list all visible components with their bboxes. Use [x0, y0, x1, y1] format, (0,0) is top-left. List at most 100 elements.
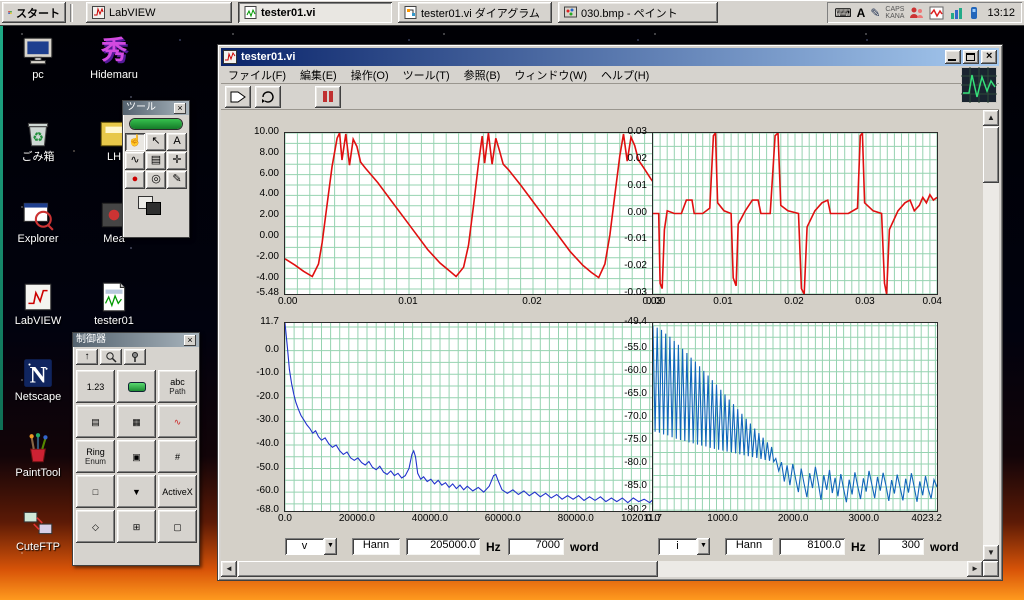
controls-cell-list-table[interactable]: ▤ — [76, 405, 115, 438]
controls-cell-graph[interactable]: ∿ — [158, 405, 197, 438]
breakpoint-tool[interactable]: ● — [125, 171, 145, 189]
menu-operate[interactable]: 操作(O) — [344, 67, 396, 83]
scroll-down-icon[interactable]: ▼ — [983, 545, 999, 561]
controls-cell-decorations[interactable]: ◇ — [76, 510, 115, 543]
scroll-tool[interactable]: ✛ — [167, 152, 187, 170]
pen-icon[interactable]: ✎ — [870, 6, 880, 20]
task-button-tester01-diagram[interactable]: tester01.vi ダイアグラム — [398, 2, 552, 23]
pin-icon[interactable] — [124, 349, 146, 365]
taskbar-clock[interactable]: 13:12 — [984, 7, 1015, 19]
position-tool[interactable]: ↖ — [146, 133, 166, 151]
controls-cell-refnum[interactable]: # — [158, 440, 197, 473]
controls-cell-menu-ring[interactable]: ▼ — [117, 475, 156, 508]
menu-window[interactable]: ウィンドウ(W) — [507, 67, 594, 83]
graph-waveform-i[interactable]: 0.03 0.02 0.01 0.00 -0.01 -0.02 -0.03 0.00 0.01 0… — [603, 124, 955, 316]
graph-spectrum-i[interactable]: -49.4 -55.0 -60.0 -65.0 -70.0 -75.0 -80.0 -85.0… — [603, 314, 955, 534]
menu-edit[interactable]: 編集(E) — [293, 67, 344, 83]
users-status-icon[interactable] — [909, 6, 924, 20]
controls-cell-user[interactable]: ▢ — [158, 510, 197, 543]
auto-tool-select-bar[interactable] — [130, 119, 182, 129]
shortcut-menu-tool[interactable]: ▤ — [146, 152, 166, 170]
ftp-icon — [21, 506, 55, 540]
task-button-tester01[interactable]: tester01.vi — [238, 2, 392, 23]
menu-help[interactable]: ヘルプ(H) — [594, 67, 656, 83]
menu-file[interactable]: ファイル(F) — [221, 67, 293, 83]
search-icon[interactable] — [100, 349, 122, 365]
tools-palette-titlebar[interactable]: ツール × — [123, 101, 189, 115]
window-function-selector-i[interactable]: Hann — [725, 538, 773, 555]
controls-cell-activex[interactable]: ActiveX — [158, 475, 197, 508]
controls-palette-titlebar[interactable]: 制御器 × — [73, 333, 199, 347]
color-selector[interactable] — [136, 194, 176, 218]
controls-cell-array-cluster[interactable]: ▦ — [117, 405, 156, 438]
tick-label: -85.0 — [624, 480, 647, 492]
desktop-icon-labview[interactable]: LabVIEW — [6, 280, 70, 327]
controls-cell-boolean[interactable] — [117, 370, 156, 403]
operate-value-tool[interactable]: ☝ — [125, 133, 145, 151]
scroll-right-icon[interactable]: ► — [967, 561, 983, 577]
controls-cell-ring-enum[interactable]: Ring Enum — [76, 440, 115, 473]
desktop-icon-explorer[interactable]: Explorer — [6, 198, 70, 245]
wire-tool[interactable]: ∿ — [125, 152, 145, 170]
minimize-button[interactable] — [945, 50, 961, 64]
menu-tools[interactable]: ツール(T) — [396, 67, 457, 83]
chevron-down-icon[interactable]: ▼ — [324, 538, 337, 555]
vertical-scrollbar[interactable]: ▲ ▼ — [983, 110, 999, 561]
word-count-input-i[interactable]: 300 — [878, 538, 924, 555]
controls-cell-string-path[interactable]: abc Path — [158, 370, 197, 403]
desktop-icon-tester01[interactable]: tester01 — [82, 280, 146, 327]
edit-text-tool[interactable]: A — [167, 133, 187, 151]
desktop-icon-painttool[interactable]: PaintTool — [6, 432, 70, 479]
scrollbar-thumb[interactable] — [238, 561, 658, 577]
probe-tool[interactable]: ◎ — [146, 171, 166, 189]
word-count-input-v[interactable]: 7000 — [508, 538, 564, 555]
sample-rate-input-i[interactable]: 8100.0 — [779, 538, 845, 555]
color-tool[interactable]: ✎ — [167, 171, 187, 189]
menu-browse[interactable]: 参照(B) — [457, 67, 508, 83]
keyboard-icon[interactable]: ⌨ — [834, 6, 851, 20]
task-button-labview[interactable]: LabVIEW — [86, 2, 232, 23]
caps-kana-indicator[interactable]: CAPS KANA — [885, 6, 904, 20]
channel-ring-v[interactable]: v ▼ — [285, 538, 337, 555]
maximize-button[interactable] — [963, 50, 979, 64]
background-color-swatch[interactable] — [146, 202, 161, 215]
desktop-icon-pc[interactable]: pc — [6, 34, 70, 81]
scroll-up-icon[interactable]: ▲ — [983, 110, 999, 126]
chart-status-icon[interactable] — [949, 6, 964, 20]
tick-label: 0.00 — [259, 230, 279, 241]
sample-rate-input-v[interactable]: 205000.0 — [406, 538, 480, 555]
run-continuous-button[interactable] — [255, 85, 281, 108]
controls-cell-select[interactable]: ⊞ — [117, 510, 156, 543]
plot-area[interactable] — [652, 132, 938, 295]
plot-area[interactable] — [284, 132, 658, 295]
desktop-icon-cuteftp[interactable]: CuteFTP — [6, 506, 70, 553]
up-level-button[interactable]: ↑ — [76, 349, 98, 365]
ime-mode-indicator[interactable]: A — [857, 6, 866, 20]
controls-cell-io[interactable]: ▣ — [117, 440, 156, 473]
window-titlebar[interactable]: tester01.vi × — [221, 48, 999, 66]
plot-area[interactable] — [284, 322, 658, 512]
chevron-down-icon[interactable]: ▼ — [697, 538, 710, 555]
controls-cell-numeric[interactable]: 1.23 — [76, 370, 115, 403]
run-button[interactable] — [225, 85, 251, 108]
window-function-selector-v[interactable]: Hann — [352, 538, 400, 555]
desktop-icon-hidemaru[interactable]: 秀 Hidemaru — [82, 34, 146, 81]
horizontal-scrollbar[interactable]: ◄ ► — [221, 561, 983, 577]
controls-cell-classic[interactable]: □ — [76, 475, 115, 508]
start-button[interactable]: スタート — [2, 2, 66, 23]
monitor-status-icon[interactable] — [929, 6, 944, 20]
close-icon[interactable]: × — [184, 334, 196, 346]
scroll-left-icon[interactable]: ◄ — [221, 561, 237, 577]
close-button[interactable]: × — [981, 50, 997, 64]
desktop-icon-netscape[interactable]: N Netscape — [6, 356, 70, 403]
task-button-paint[interactable]: 030.bmp - ペイント — [558, 2, 718, 23]
plot-area[interactable] — [652, 322, 938, 512]
vi-icon[interactable] — [961, 67, 997, 103]
channel-ring-i[interactable]: i ▼ — [658, 538, 710, 555]
device-status-icon[interactable] — [969, 6, 979, 20]
pause-button[interactable] — [315, 85, 341, 108]
close-icon[interactable]: × — [174, 102, 186, 114]
desktop-icon-recycle-bin[interactable]: ♻ ごみ箱 — [6, 116, 70, 163]
tick-label: 10.00 — [253, 126, 279, 137]
scrollbar-thumb[interactable] — [983, 127, 999, 183]
